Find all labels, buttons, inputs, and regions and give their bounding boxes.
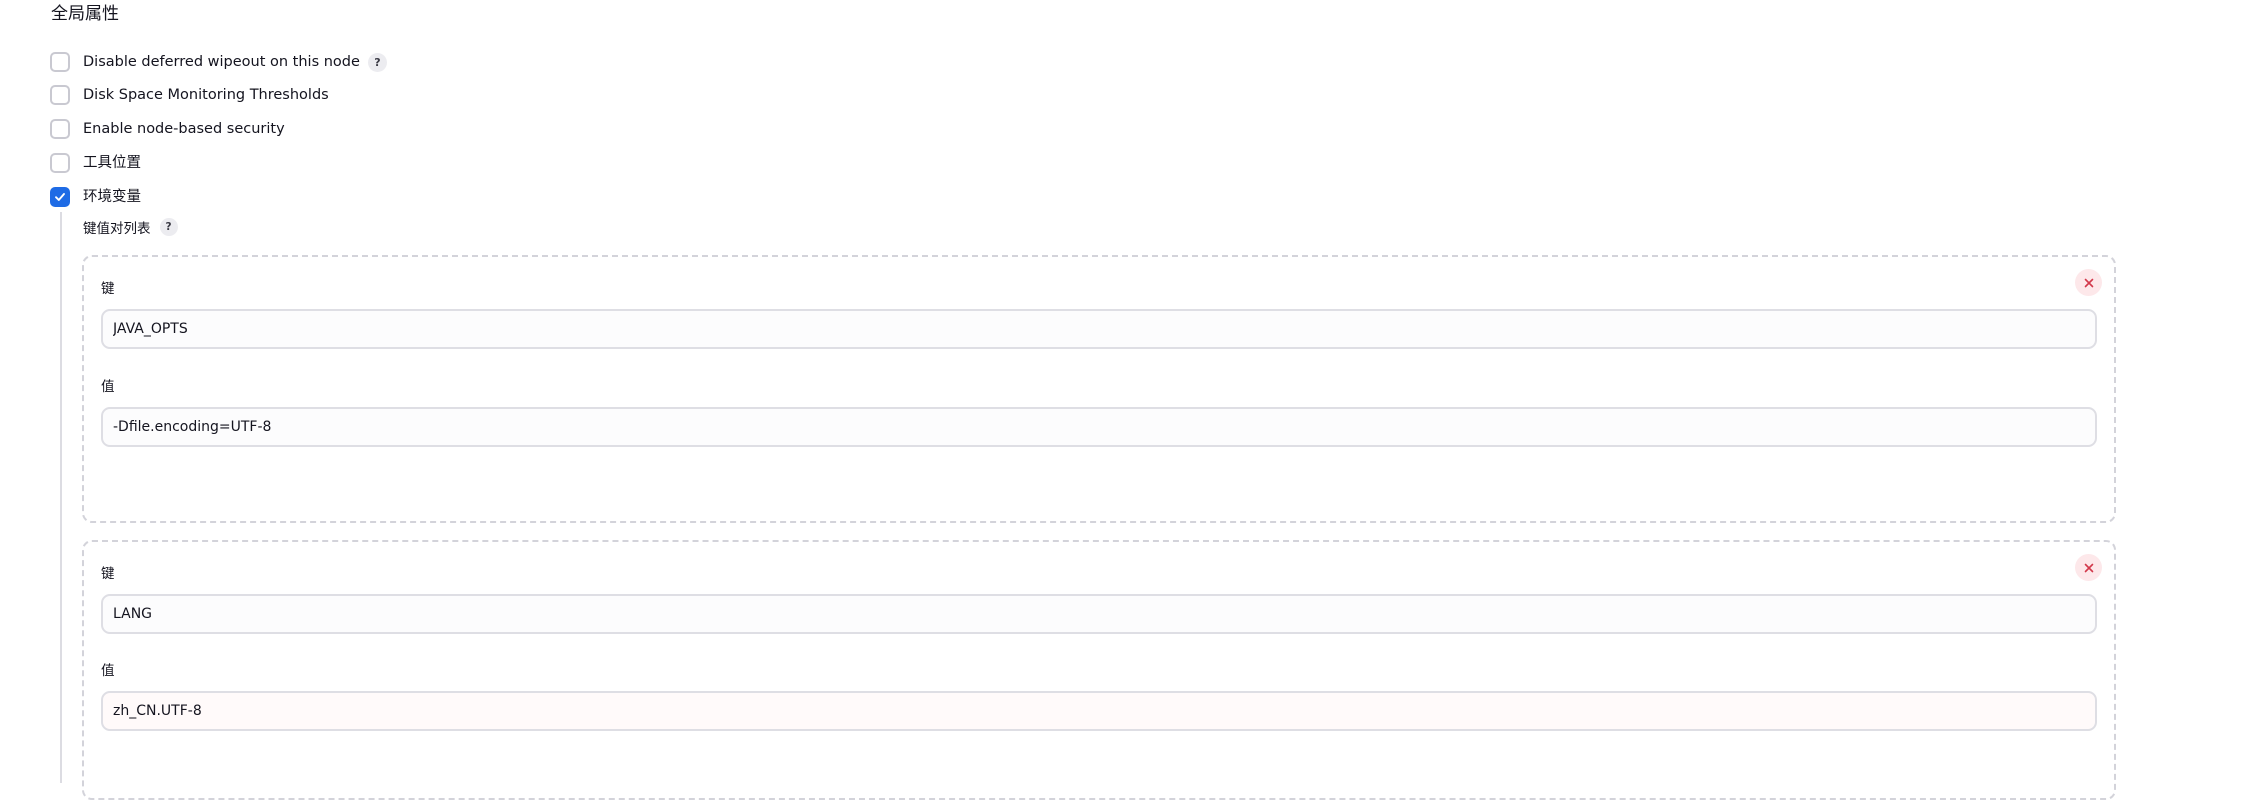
env-var-entry: 键 值 xyxy=(82,255,2116,523)
checkbox-disable-deferred-wipeout[interactable] xyxy=(50,52,70,72)
value-input[interactable] xyxy=(101,407,2097,447)
key-input[interactable] xyxy=(101,594,2097,634)
option-label: Disk Space Monitoring Thresholds xyxy=(83,87,329,103)
help-icon[interactable]: ? xyxy=(367,52,387,72)
option-label: 工具位置 xyxy=(83,155,141,171)
option-label: Enable node-based security xyxy=(83,121,285,137)
value-label: 值 xyxy=(101,663,115,679)
value-input[interactable] xyxy=(101,691,2097,731)
help-icon[interactable]: ? xyxy=(159,218,178,236)
option-label: 环境变量 xyxy=(83,189,141,205)
key-label: 键 xyxy=(101,281,115,297)
delete-entry-button[interactable] xyxy=(2075,269,2102,296)
close-icon xyxy=(2084,278,2093,287)
option-node-based-security[interactable]: Enable node-based security xyxy=(50,118,285,140)
checkbox-environment-variables[interactable] xyxy=(50,187,70,207)
value-label: 值 xyxy=(101,379,115,395)
list-label-text: 键值对列表 xyxy=(83,221,151,237)
option-disable-deferred-wipeout[interactable]: Disable deferred wipeout on this node ? xyxy=(50,51,387,73)
checkbox-node-based-security[interactable] xyxy=(50,119,70,139)
env-var-entry: 键 值 xyxy=(82,540,2116,800)
key-value-list-label: 键值对列表 ? xyxy=(83,217,178,237)
option-tool-locations[interactable]: 工具位置 xyxy=(50,152,141,174)
option-environment-variables[interactable]: 环境变量 xyxy=(50,186,141,208)
nested-indent-line xyxy=(60,212,62,783)
key-input[interactable] xyxy=(101,309,2097,349)
option-disk-space-monitoring[interactable]: Disk Space Monitoring Thresholds xyxy=(50,84,329,106)
checkbox-disk-space-monitoring[interactable] xyxy=(50,85,70,105)
delete-entry-button[interactable] xyxy=(2075,554,2102,581)
option-label: Disable deferred wipeout on this node xyxy=(83,54,360,70)
close-icon xyxy=(2084,563,2093,572)
key-label: 键 xyxy=(101,566,115,582)
check-icon xyxy=(55,193,65,201)
checkbox-tool-locations[interactable] xyxy=(50,153,70,173)
section-title: 全局属性 xyxy=(51,4,119,24)
